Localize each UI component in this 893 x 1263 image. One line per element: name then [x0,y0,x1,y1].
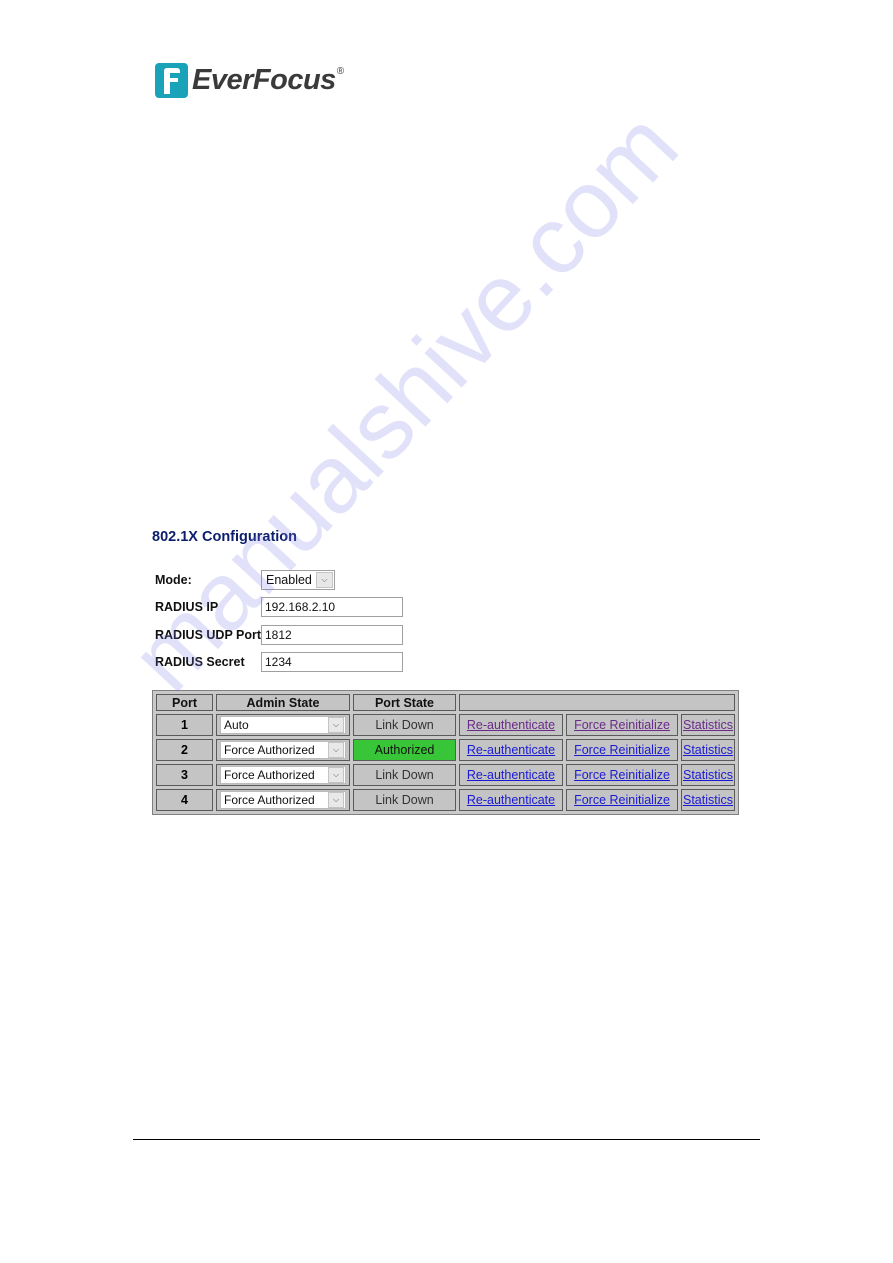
admin-state-value: Auto [224,718,249,732]
port-table: Port Admin State Port State 1 Auto ⌵ Lin… [152,690,740,815]
admin-state-select[interactable]: Force Authorized ⌵ [220,766,346,784]
force-reinitialize-link[interactable]: Force Reinitialize [574,793,670,807]
reauthenticate-link[interactable]: Re-authenticate [467,718,555,732]
radius-form: Mode: Enabled ⌵ RADIUS IP 192.168.2.10 R… [155,566,403,676]
admin-state-cell: Auto ⌵ [216,714,350,736]
radius-ip-label: RADIUS IP [155,600,219,615]
table-header-row: Port Admin State Port State [156,694,736,711]
chevron-down-icon[interactable]: ⌵ [328,767,344,783]
statistics-link[interactable]: Statistics [683,718,733,732]
mode-value: Enabled [266,572,312,587]
admin-state-cell: Force Authorized ⌵ [216,789,350,811]
radius-ip-input[interactable]: 192.168.2.10 [261,597,403,618]
table-row: 4 Force Authorized ⌵ Link Down Re-authen… [156,789,736,811]
stats-cell: Statistics [681,739,736,761]
reauth-cell: Re-authenticate [459,739,563,761]
table-row: 3 Force Authorized ⌵ Link Down Re-authen… [156,764,736,786]
stats-cell: Statistics [681,714,736,736]
port-state: Link Down [353,789,456,811]
port-state: Authorized [353,739,456,761]
radius-udp-port-input[interactable]: 1812 [261,624,403,645]
admin-state-select[interactable]: Force Authorized ⌵ [220,791,346,809]
header-port-state: Port State [353,694,456,711]
chevron-down-icon[interactable]: ⌵ [328,717,344,733]
radius-udp-port-label: RADIUS UDP Port [155,627,262,642]
reauth-cell: Re-authenticate [459,764,563,786]
stats-cell: Statistics [681,764,736,786]
chevron-down-icon[interactable]: ⌵ [328,792,344,808]
reauthenticate-link[interactable]: Re-authenticate [467,743,555,757]
reinit-cell: Force Reinitialize [566,764,678,786]
radius-ip-row: RADIUS IP 192.168.2.10 [155,594,403,622]
footer-divider [133,1139,760,1140]
force-reinitialize-link[interactable]: Force Reinitialize [574,768,670,782]
table-row: 2 Force Authorized ⌵ Authorized Re-authe… [156,739,736,761]
everfocus-logo: EverFocus ® [155,62,344,98]
admin-state-select[interactable]: Auto ⌵ [220,716,346,734]
admin-state-cell: Force Authorized ⌵ [216,764,350,786]
reinit-cell: Force Reinitialize [566,739,678,761]
port-number: 3 [156,764,213,786]
force-reinitialize-link[interactable]: Force Reinitialize [574,718,670,732]
mode-label: Mode: [155,572,192,587]
chevron-down-icon[interactable]: ⌵ [328,742,344,758]
reinit-cell: Force Reinitialize [566,789,678,811]
mode-select[interactable]: Enabled ⌵ [261,569,335,590]
table-row: 1 Auto ⌵ Link Down Re-authenticate Force… [156,714,736,736]
statistics-link[interactable]: Statistics [683,793,733,807]
admin-state-cell: Force Authorized ⌵ [216,739,350,761]
reauth-cell: Re-authenticate [459,789,563,811]
reauth-cell: Re-authenticate [459,714,563,736]
reinit-cell: Force Reinitialize [566,714,678,736]
header-actions [459,694,736,711]
port-number: 4 [156,789,213,811]
reauthenticate-link[interactable]: Re-authenticate [467,793,555,807]
statistics-link[interactable]: Statistics [683,768,733,782]
force-reinitialize-link[interactable]: Force Reinitialize [574,743,670,757]
header-admin-state: Admin State [216,694,350,711]
admin-state-value: Force Authorized [224,768,315,782]
port-number: 2 [156,739,213,761]
port-state: Link Down [353,714,456,736]
port-state: Link Down [353,764,456,786]
stats-cell: Statistics [681,789,736,811]
everfocus-logo-icon [155,62,188,98]
admin-state-select[interactable]: Force Authorized ⌵ [220,741,346,759]
chevron-down-icon[interactable]: ⌵ [315,571,333,588]
radius-secret-input[interactable]: 1234 [261,652,403,673]
radius-udp-port-row: RADIUS UDP Port 1812 [155,621,403,649]
brand-name: EverFocus [192,63,336,96]
reauthenticate-link[interactable]: Re-authenticate [467,768,555,782]
radius-secret-row: RADIUS Secret 1234 [155,649,403,677]
admin-state-value: Force Authorized [224,793,315,807]
mode-row: Mode: Enabled ⌵ [155,566,403,594]
header-port: Port [156,694,213,711]
admin-state-value: Force Authorized [224,743,315,757]
registered-mark: ® [336,66,345,77]
statistics-link[interactable]: Statistics [683,743,733,757]
page-title: 802.1X Configuration [152,529,298,545]
radius-secret-label: RADIUS Secret [155,655,245,670]
port-number: 1 [156,714,213,736]
